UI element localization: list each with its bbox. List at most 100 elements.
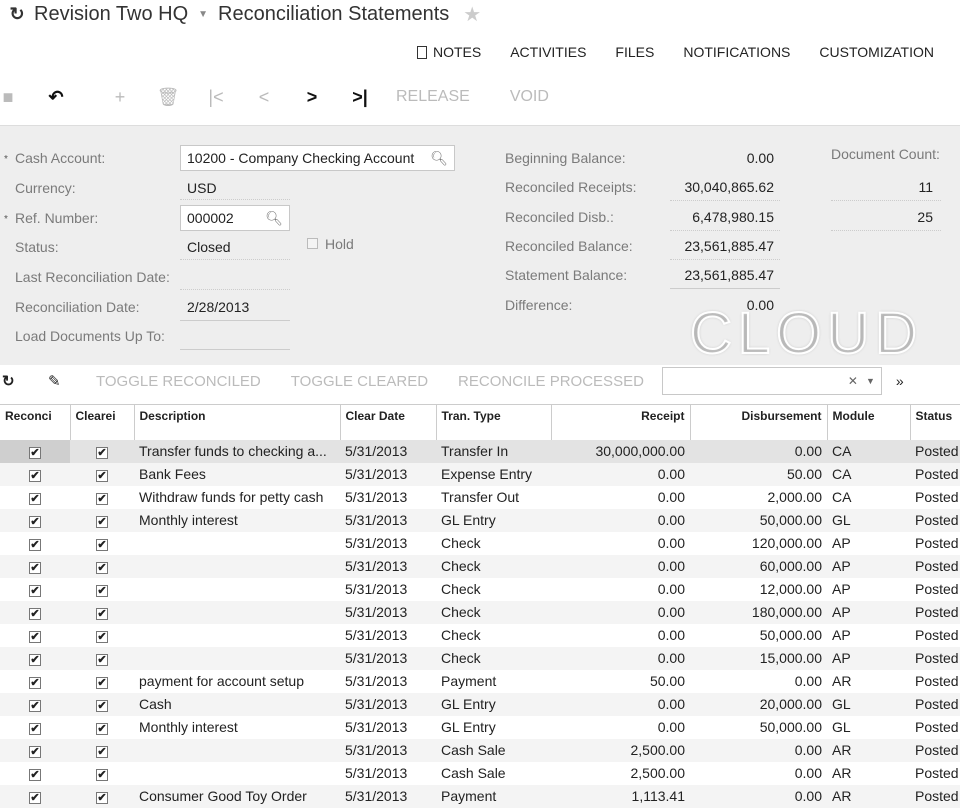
undo-icon[interactable]: ↶ [16,87,96,108]
table-row[interactable]: ✔ ✔ Withdraw funds for petty cash 5/31/2013… [0,486,960,509]
table-row[interactable]: ✔ ✔ 5/31/2013 Check 0.00 180,000.00 AP Posted [0,600,960,624]
edit-icon[interactable]: ✎ [48,372,96,390]
company-name[interactable]: Revision Two HQ [34,3,188,26]
reconciled-checkbox[interactable]: ✔ [29,700,41,712]
delete-icon[interactable]: 🗑︎ [144,87,192,108]
table-row[interactable]: ✔ ✔ 5/31/2013 Check 0.00 60,000.00 AP Posted [0,554,960,578]
filter-combo[interactable]: ✕ ▼ [661,367,882,395]
column-header[interactable]: Clearei [70,404,135,440]
cleared-checkbox[interactable]: ✔ [96,631,108,643]
activities-link[interactable]: ACTIVITIES [510,44,586,60]
table-row[interactable]: ✔ ✔ 5/31/2013 Check 0.00 120,000.00 AP Posted [0,532,960,555]
save-icon[interactable]: ■ [0,87,16,108]
status-cell: Posted [915,765,959,781]
cleared-checkbox[interactable]: ✔ [96,677,108,689]
star-icon[interactable]: ★ [463,2,481,27]
receipt-cell: 1,113.41 [551,784,690,808]
customization-link[interactable]: CUSTOMIZATION [819,44,934,60]
reconciled-checkbox[interactable]: ✔ [29,769,41,781]
cleared-checkbox[interactable]: ✔ [96,447,108,459]
release-button[interactable]: RELEASE [396,88,470,106]
reconciled-checkbox[interactable]: ✔ [29,585,41,597]
reconciled-checkbox[interactable]: ✔ [29,539,41,551]
column-header[interactable]: Module [827,404,911,440]
reconcile-processed-button[interactable]: RECONCILE PROCESSED [458,373,644,390]
reconciled-checkbox[interactable]: ✔ [29,562,41,574]
notes-link[interactable]: NOTES [416,44,481,60]
reconciled-checkbox[interactable]: ✔ [29,516,41,528]
reconciled-checkbox[interactable]: ✔ [29,677,41,689]
reconciled-checkbox[interactable]: ✔ [29,493,41,505]
clear-icon[interactable]: ✕ [848,374,858,388]
currency-label: Currency: [15,180,76,196]
table-row[interactable]: ✔ ✔ Transfer funds to checking a... 5/31/20… [0,439,960,463]
next-icon[interactable]: > [288,87,336,108]
cleared-checkbox[interactable]: ✔ [96,608,108,620]
cleared-checkbox[interactable]: ✔ [96,792,108,804]
column-header[interactable]: Receipt [551,404,691,440]
table-row[interactable]: ✔ ✔ 5/31/2013 Check 0.00 12,000.00 AP Posted [0,578,960,601]
search-icon[interactable]: 🔍︎ [430,150,448,167]
reconciled-checkbox[interactable]: ✔ [29,723,41,735]
table-row[interactable]: ✔ ✔ Consumer Good Toy Order 5/31/2013 Paymen… [0,784,960,808]
refresh-icon[interactable]: ↻ [0,4,34,25]
reconciled-checkbox[interactable]: ✔ [29,792,41,804]
search-icon[interactable]: 🔍︎ [265,210,283,227]
cleared-checkbox[interactable]: ✔ [96,539,108,551]
cleared-checkbox[interactable]: ✔ [96,516,108,528]
chevron-down-icon[interactable]: ▼ [866,376,875,386]
toggle-reconciled-button[interactable]: TOGGLE RECONCILED [96,373,261,390]
toggle-cleared-button[interactable]: TOGGLE CLEARED [291,373,428,390]
cleared-checkbox[interactable]: ✔ [96,654,108,666]
refresh-icon[interactable]: ↻ [0,372,48,390]
reconciled-checkbox[interactable]: ✔ [29,470,41,482]
reconciled-checkbox[interactable]: ✔ [29,654,41,666]
cleared-checkbox[interactable]: ✔ [96,562,108,574]
column-header[interactable]: Disbursement [690,404,828,440]
add-icon[interactable]: + [96,87,144,108]
cleared-checkbox[interactable]: ✔ [96,769,108,781]
table-row[interactable]: ✔ ✔ Bank Fees 5/31/2013 Expense Entry 0.00 50.… [0,462,960,486]
table-row[interactable]: ✔ ✔ payment for account setup 5/31/2013 Paym… [0,670,960,693]
column-header[interactable]: Reconci [0,404,71,440]
reconciled-checkbox[interactable]: ✔ [29,447,41,459]
cleared-checkbox[interactable]: ✔ [96,746,108,758]
last-icon[interactable]: >| [336,87,384,108]
cleared-checkbox[interactable]: ✔ [96,470,108,482]
load-documents-field[interactable] [180,328,290,350]
table-row[interactable]: ✔ ✔ 5/31/2013 Cash Sale 2,500.00 0.00 AR Posted [0,762,960,785]
cleared-checkbox[interactable]: ✔ [96,585,108,597]
table-row[interactable]: ✔ ✔ 5/31/2013 Check 0.00 15,000.00 AP Posted [0,646,960,670]
load-documents-label: Load Documents Up To: [15,328,165,344]
table-row[interactable]: ✔ ✔ Monthly interest 5/31/2013 GL Entry 0.00 5… [0,508,960,532]
clear-date-cell: 5/31/2013 [345,673,408,689]
column-header[interactable]: Description [134,404,341,440]
column-header[interactable]: Clear Date [340,404,437,440]
table-row[interactable]: ✔ ✔ 5/31/2013 Cash Sale 2,500.00 0.00 AR Posted [0,738,960,762]
reconciled-checkbox[interactable]: ✔ [29,746,41,758]
statement-balance-field[interactable]: 23,561,885.47 [670,267,780,289]
cleared-checkbox[interactable]: ✔ [96,723,108,735]
chevron-down-icon[interactable]: ▼ [198,9,208,20]
cleared-checkbox[interactable]: ✔ [96,493,108,505]
status-cell: Posted [915,673,959,689]
table-row[interactable]: ✔ ✔ Monthly interest 5/31/2013 GL Entry 0.00 5… [0,716,960,739]
void-button[interactable]: VOID [510,88,549,106]
column-header[interactable]: Status [910,404,960,440]
clear-date-cell: 5/31/2013 [345,581,408,597]
previous-icon[interactable]: < [240,87,288,108]
reconciliation-date-field[interactable]: 2/28/2013 [180,299,290,321]
ref-number-field[interactable]: 000002 🔍︎ [180,205,290,231]
files-link[interactable]: FILES [615,44,654,60]
table-row[interactable]: ✔ ✔ 5/31/2013 Check 0.00 50,000.00 AP Posted [0,624,960,647]
column-header[interactable]: Tran. Type [436,404,552,440]
more-icon[interactable]: » [896,373,904,389]
cleared-checkbox[interactable]: ✔ [96,700,108,712]
table-row[interactable]: ✔ ✔ Cash 5/31/2013 GL Entry 0.00 20,000.00 GL Po… [0,692,960,716]
reconciled-checkbox[interactable]: ✔ [29,608,41,620]
cash-account-field[interactable]: 10200 - Company Checking Account 🔍︎ [180,145,455,171]
reconciled-checkbox[interactable]: ✔ [29,631,41,643]
first-icon[interactable]: |< [192,87,240,108]
hold-checkbox[interactable] [307,238,318,249]
notifications-link[interactable]: NOTIFICATIONS [683,44,790,60]
